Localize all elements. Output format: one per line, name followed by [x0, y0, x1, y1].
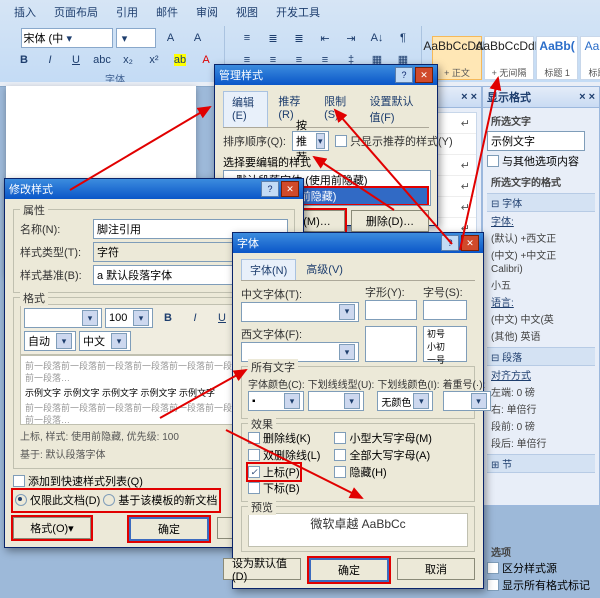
- underline-button[interactable]: U: [64, 50, 88, 70]
- show-all-marks-check[interactable]: 显示所有格式标记: [487, 577, 590, 593]
- font-close-icon[interactable]: ✕: [461, 235, 479, 251]
- numbering-icon[interactable]: ≣: [261, 28, 285, 48]
- tab-dev[interactable]: 开发工具: [268, 2, 328, 22]
- tab-mail[interactable]: 邮件: [148, 2, 186, 22]
- multilevel-icon[interactable]: ≣: [287, 28, 311, 48]
- showmarks-icon[interactable]: ¶: [391, 28, 415, 48]
- font-color-select[interactable]: ▪▾: [248, 391, 304, 411]
- tab-view[interactable]: 视图: [228, 2, 266, 22]
- style-gallery[interactable]: AaBbCcDdE+ 正文 AaBbCcDdE+ 无间隔 AaBb(标题 1 A…: [432, 28, 600, 88]
- underline-select[interactable]: ▾: [308, 391, 364, 411]
- set-default-button[interactable]: 设为默认值(D): [223, 558, 301, 580]
- tab-ref[interactable]: 引用: [108, 2, 146, 22]
- font-size-combo[interactable]: ▾: [116, 28, 156, 48]
- size-list[interactable]: 初号小初一号: [423, 326, 467, 362]
- m-font-select[interactable]: ▾: [24, 308, 102, 328]
- font-dialog: 字体 ?✕ 字体(N) 高级(V) 中文字体(T):▾ 字形(Y): 字号(S)…: [232, 232, 484, 589]
- hidden-check[interactable]: 隐藏(H): [334, 464, 386, 480]
- ribbon-tabs: 插入 页面布局 引用 邮件 审阅 视图 开发工具: [6, 2, 594, 22]
- smallcaps-check[interactable]: 小型大写字母(M): [334, 430, 432, 446]
- only-doc-radio[interactable]: 仅限此文档(D): [15, 492, 100, 508]
- style-list[interactable]: [365, 326, 417, 362]
- highlight-button[interactable]: ab: [168, 50, 192, 70]
- shrink-font-icon[interactable]: A: [186, 28, 210, 48]
- rf-font-link[interactable]: 字体:: [491, 217, 514, 228]
- font-style-input[interactable]: [365, 300, 417, 320]
- sample-box: 示例文字: [487, 131, 585, 151]
- distinguish-check[interactable]: 区分样式源: [487, 560, 557, 576]
- m-lang[interactable]: 中文▾: [79, 331, 131, 351]
- style-h1[interactable]: AaBb(标题 1: [536, 36, 578, 80]
- modify-help-icon[interactable]: ?: [261, 181, 279, 197]
- italic-button[interactable]: I: [38, 50, 62, 70]
- m-bold[interactable]: B: [156, 308, 180, 328]
- m-color[interactable]: 自动▾: [24, 331, 76, 351]
- modify-title: 修改样式: [9, 181, 53, 197]
- manage-close-icon[interactable]: ✕: [415, 67, 433, 83]
- font-tab-adv[interactable]: 高级(V): [298, 259, 351, 280]
- rf-lang-link[interactable]: 语言:: [491, 298, 514, 309]
- modify-ok-button[interactable]: 确定: [129, 517, 209, 541]
- strike-button[interactable]: abc: [90, 50, 114, 70]
- modify-close-icon[interactable]: ✕: [281, 181, 299, 197]
- sort-icon[interactable]: A↓: [365, 28, 389, 48]
- add-quick-check[interactable]: 添加到快速样式列表(Q): [13, 473, 143, 489]
- format-menu-button[interactable]: 格式(O) ▾: [13, 517, 91, 539]
- font-name-combo[interactable]: 宋体 (中▾: [21, 28, 113, 48]
- tab-insert[interactable]: 插入: [6, 2, 44, 22]
- strike-check[interactable]: 删除线(K): [248, 430, 311, 446]
- ucolor-select[interactable]: 无颜色▾: [377, 391, 433, 411]
- font-ok-button[interactable]: 确定: [309, 558, 389, 582]
- dstrike-check[interactable]: 双删除线(L): [248, 447, 320, 463]
- reveal-format-pane: 显示格式× × 所选文字 示例文字 与其他选项内容 所选文字的格式 ⊟ 字体 字…: [482, 86, 600, 506]
- rf-align-link[interactable]: 对齐方式: [491, 371, 531, 382]
- compare-check[interactable]: 与其他选项内容: [487, 153, 579, 169]
- manage-delete-button[interactable]: 删除(D)…: [351, 210, 429, 232]
- m-size-select[interactable]: 100▾: [105, 308, 153, 328]
- style-nospacing[interactable]: AaBbCcDdE+ 无间隔: [484, 36, 534, 80]
- group-font: 宋体 (中▾ ▾ A A B I U abc x₂ x² ab A 字体: [6, 26, 225, 88]
- tab-review[interactable]: 审阅: [188, 2, 226, 22]
- indent-dec-icon[interactable]: ⇤: [313, 28, 337, 48]
- group-styles: AaBbCcDdE+ 正文 AaBbCcDdE+ 无间隔 AaBb(标题 1 A…: [426, 26, 600, 88]
- tab-layout[interactable]: 页面布局: [46, 2, 106, 22]
- superscript-check[interactable]: 上标(P): [248, 464, 300, 480]
- manage-tab-edit[interactable]: 编辑(E): [223, 91, 268, 127]
- help-icon[interactable]: ?: [395, 67, 413, 83]
- subscript-check[interactable]: 下标(B): [248, 480, 300, 496]
- cn-font-select[interactable]: ▾: [241, 302, 359, 322]
- style-h2[interactable]: AaBb(标题 2: [580, 36, 600, 80]
- manage-tab-restrict[interactable]: 限制(S): [316, 91, 359, 127]
- manage-tab-default[interactable]: 设置默认值(F): [361, 91, 429, 127]
- font-help-icon[interactable]: ?: [441, 235, 459, 251]
- rf-close-icon[interactable]: × ×: [579, 91, 595, 103]
- grow-font-icon[interactable]: A: [159, 28, 183, 48]
- pane-close-icon[interactable]: × ×: [461, 91, 477, 103]
- bullets-icon[interactable]: ≡: [235, 28, 259, 48]
- allcaps-check[interactable]: 全部大写字母(A): [334, 447, 430, 463]
- font-tab-font[interactable]: 字体(N): [241, 259, 296, 280]
- emph-select[interactable]: ▾: [443, 391, 491, 411]
- superscript-button[interactable]: x²: [142, 50, 166, 70]
- only-rec-check[interactable]: 只显示推荐的样式(Y): [335, 133, 453, 149]
- font-cancel-button[interactable]: 取消: [397, 558, 475, 580]
- manage-title: 管理样式: [219, 67, 263, 83]
- font-preview: 微软卓越 AaBbCc: [248, 513, 468, 547]
- font-size-input[interactable]: [423, 300, 467, 320]
- m-italic[interactable]: I: [183, 308, 207, 328]
- indent-inc-icon[interactable]: ⇥: [339, 28, 363, 48]
- template-radio[interactable]: 基于该模板的新文档: [103, 492, 217, 508]
- sort-select[interactable]: 按推荐▾: [292, 131, 329, 151]
- subscript-button[interactable]: x₂: [116, 50, 140, 70]
- font-title: 字体: [237, 235, 259, 251]
- bold-button[interactable]: B: [12, 50, 36, 70]
- m-under[interactable]: U: [210, 308, 234, 328]
